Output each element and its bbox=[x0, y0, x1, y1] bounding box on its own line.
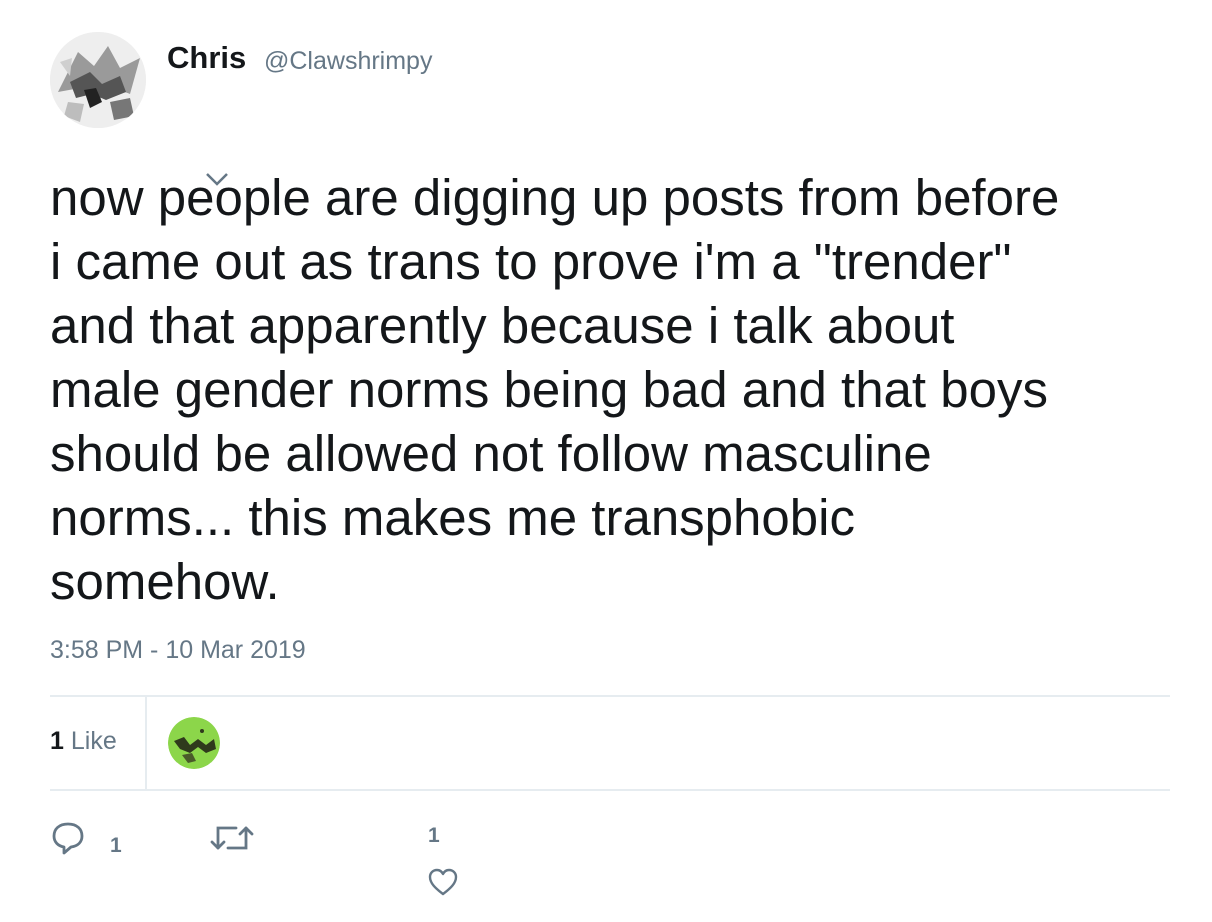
author-name[interactable]: Chris bbox=[167, 40, 246, 76]
retweet-button[interactable] bbox=[210, 820, 254, 862]
liker-avatar[interactable] bbox=[168, 717, 220, 769]
heart-icon bbox=[428, 868, 458, 896]
reply-count: 1 bbox=[110, 834, 122, 857]
divider bbox=[50, 789, 1170, 791]
tweet-text: now people are digging up posts from bef… bbox=[50, 169, 1060, 610]
like-count: 1 bbox=[428, 824, 440, 847]
chevron-down-icon[interactable] bbox=[204, 166, 230, 194]
author-handle[interactable]: @Clawshrimpy bbox=[264, 47, 432, 76]
retweet-icon bbox=[210, 826, 254, 850]
author-avatar[interactable] bbox=[50, 32, 146, 128]
likes-stat-label: Like bbox=[70, 727, 117, 755]
stats-divider bbox=[145, 697, 147, 789]
tweet-stats: 1 Like bbox=[50, 697, 1170, 789]
likes-stat-count: 1 bbox=[50, 727, 64, 755]
tweet-card: Chris @Clawshrimpy now people are diggin… bbox=[0, 0, 1212, 922]
tweet-actions: 1 1 bbox=[50, 810, 1170, 910]
tweet-timestamp[interactable]: 3:58 PM - 10 Mar 2019 bbox=[50, 636, 306, 665]
likes-stat[interactable]: 1 Like bbox=[50, 727, 117, 756]
like-button[interactable]: 1 bbox=[425, 824, 465, 904]
reply-icon bbox=[52, 822, 84, 855]
avatar-image bbox=[50, 32, 146, 128]
